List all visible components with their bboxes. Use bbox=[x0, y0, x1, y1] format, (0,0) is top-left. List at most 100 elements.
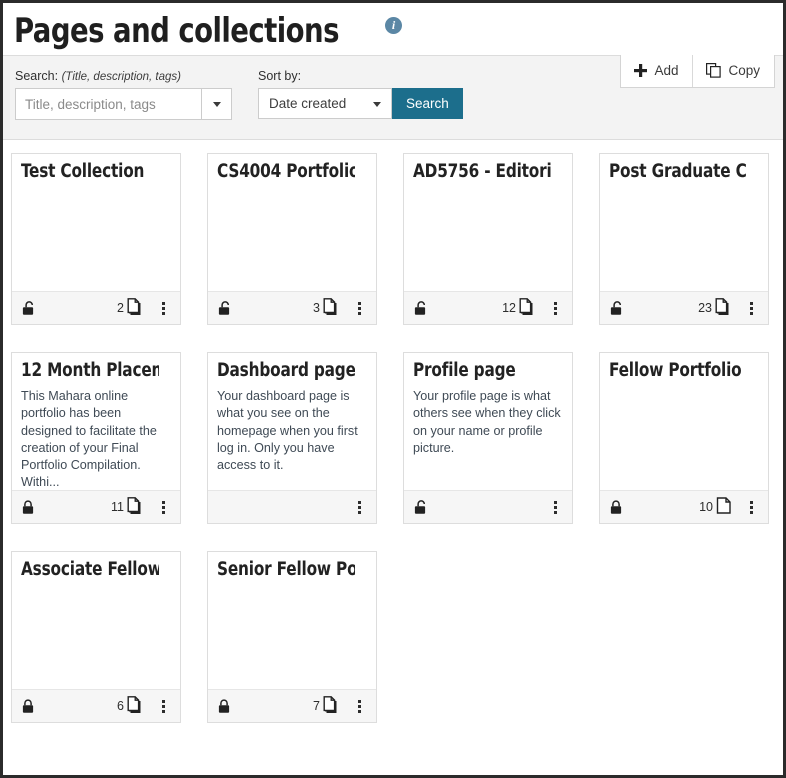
card-description: Your profile page is what others see whe… bbox=[413, 389, 561, 455]
add-button[interactable]: Add bbox=[621, 55, 693, 87]
page-card[interactable]: Fellow Portfolio 10 bbox=[599, 352, 769, 524]
card-title[interactable]: Dashboard page bbox=[217, 361, 355, 381]
kebab-menu-icon[interactable] bbox=[157, 499, 170, 516]
pages-stack-icon bbox=[519, 297, 536, 319]
kebab-menu-icon[interactable] bbox=[157, 698, 170, 715]
add-button-label: Add bbox=[654, 63, 679, 78]
card-footer: 7 bbox=[208, 689, 376, 722]
copy-icon bbox=[706, 63, 722, 78]
card-body: CS4004 Portfolio bbox=[208, 154, 376, 291]
page-count: 11 bbox=[111, 496, 144, 518]
search-button[interactable]: Search bbox=[392, 88, 463, 119]
page-card[interactable]: Profile page Your profile page is what ot… bbox=[403, 352, 573, 524]
page-card[interactable]: Post Graduate Certif... 23 bbox=[599, 153, 769, 325]
pages-and-collections-grid: Test Collection 2 CS4004 Portfolio 3 AD5756 … bbox=[3, 140, 783, 723]
copy-button[interactable]: Copy bbox=[692, 55, 774, 87]
unlock-icon bbox=[217, 300, 231, 316]
card-title[interactable]: Senior Fellow Portfol... bbox=[217, 560, 355, 580]
kebab-menu-icon[interactable] bbox=[549, 300, 562, 317]
kebab-menu-icon[interactable] bbox=[745, 300, 758, 317]
search-field-group: Search: (Title, description, tags) bbox=[15, 69, 232, 120]
page-count-value: 6 bbox=[117, 699, 124, 713]
page-card[interactable]: Associate Fellow Por... 6 bbox=[11, 551, 181, 723]
app-window: Pages and collections i Add Copy Search:… bbox=[0, 0, 786, 778]
lock-icon bbox=[609, 499, 623, 515]
sort-select-value: Date created bbox=[269, 96, 347, 111]
card-body: 12 Month Placement... This Mahara online … bbox=[12, 353, 180, 490]
sort-field-group: Sort by: Date created Search bbox=[258, 69, 463, 119]
search-hint: (Title, description, tags) bbox=[61, 71, 181, 83]
card-title[interactable]: AD5756 - Editorial P... bbox=[413, 162, 551, 182]
toolbar-actions: Add Copy bbox=[620, 55, 775, 88]
card-title[interactable]: 12 Month Placement... bbox=[21, 361, 159, 381]
card-title[interactable]: Post Graduate Certif... bbox=[609, 162, 747, 182]
card-footer: 10 bbox=[600, 490, 768, 523]
page-count-value: 12 bbox=[502, 301, 516, 315]
pages-stack-icon bbox=[715, 297, 732, 319]
page-title: Pages and collections bbox=[14, 11, 340, 51]
card-footer: 2 bbox=[12, 291, 180, 324]
page-count: 12 bbox=[502, 297, 536, 319]
unlock-icon bbox=[413, 499, 427, 515]
page-count-value: 2 bbox=[117, 301, 124, 315]
card-description: This Mahara online portfolio has been de… bbox=[21, 389, 157, 489]
chevron-down-icon bbox=[373, 102, 381, 107]
pages-stack-icon bbox=[323, 695, 340, 717]
card-footer: 11 bbox=[12, 490, 180, 523]
page-count-value: 10 bbox=[699, 500, 713, 514]
page-count: 23 bbox=[698, 297, 732, 319]
page-count: 7 bbox=[313, 695, 340, 717]
kebab-menu-icon[interactable] bbox=[353, 698, 366, 715]
page-count-value: 3 bbox=[313, 301, 320, 315]
page-card[interactable]: Senior Fellow Portfol... 7 bbox=[207, 551, 377, 723]
card-footer bbox=[404, 490, 572, 523]
page-count: 10 bbox=[699, 497, 732, 517]
sort-select[interactable]: Date created bbox=[258, 88, 392, 119]
sort-row: Date created Search bbox=[258, 88, 463, 119]
lock-icon bbox=[21, 698, 35, 714]
card-footer: 3 bbox=[208, 291, 376, 324]
search-label: Search: (Title, description, tags) bbox=[15, 69, 232, 83]
card-body: Associate Fellow Por... bbox=[12, 552, 180, 689]
card-body: AD5756 - Editorial P... bbox=[404, 154, 572, 291]
kebab-menu-icon[interactable] bbox=[353, 300, 366, 317]
card-title[interactable]: CS4004 Portfolio bbox=[217, 162, 355, 182]
page-card[interactable]: AD5756 - Editorial P... 12 bbox=[403, 153, 573, 325]
page-header: Pages and collections i bbox=[3, 3, 783, 55]
kebab-menu-icon[interactable] bbox=[157, 300, 170, 317]
page-card[interactable]: 12 Month Placement... This Mahara online … bbox=[11, 352, 181, 524]
search-dropdown-button[interactable] bbox=[202, 88, 232, 120]
unlock-icon bbox=[609, 300, 623, 316]
plus-icon bbox=[634, 64, 648, 77]
kebab-menu-icon[interactable] bbox=[745, 499, 758, 516]
unlock-icon bbox=[21, 300, 35, 316]
card-title[interactable]: Test Collection bbox=[21, 162, 159, 182]
pages-stack-icon bbox=[127, 695, 144, 717]
search-label-text: Search: bbox=[15, 69, 59, 83]
sort-label: Sort by: bbox=[258, 69, 302, 83]
card-footer: 6 bbox=[12, 689, 180, 722]
page-card[interactable]: Test Collection 2 bbox=[11, 153, 181, 325]
card-title[interactable]: Profile page bbox=[413, 361, 551, 381]
copy-button-label: Copy bbox=[728, 63, 760, 78]
kebab-menu-icon[interactable] bbox=[353, 499, 366, 516]
page-card[interactable]: Dashboard page Your dashboard page is wha… bbox=[207, 352, 377, 524]
card-title[interactable]: Fellow Portfolio bbox=[609, 361, 747, 381]
chevron-down-icon bbox=[212, 101, 221, 107]
page-count-value: 11 bbox=[111, 500, 124, 514]
info-icon[interactable]: i bbox=[385, 16, 403, 34]
card-body: Post Graduate Certif... bbox=[600, 154, 768, 291]
lock-icon bbox=[217, 698, 231, 714]
kebab-menu-icon[interactable] bbox=[549, 499, 562, 516]
page-count: 3 bbox=[313, 297, 340, 319]
card-footer bbox=[208, 490, 376, 523]
pages-stack-icon bbox=[127, 496, 144, 518]
search-input-group bbox=[15, 88, 232, 120]
card-body: Profile page Your profile page is what ot… bbox=[404, 353, 572, 490]
page-card[interactable]: CS4004 Portfolio 3 bbox=[207, 153, 377, 325]
card-footer: 12 bbox=[404, 291, 572, 324]
page-count-value: 7 bbox=[313, 699, 320, 713]
search-input[interactable] bbox=[15, 88, 202, 120]
card-description: Your dashboard page is what you see on t… bbox=[217, 389, 358, 472]
card-title[interactable]: Associate Fellow Por... bbox=[21, 560, 159, 580]
